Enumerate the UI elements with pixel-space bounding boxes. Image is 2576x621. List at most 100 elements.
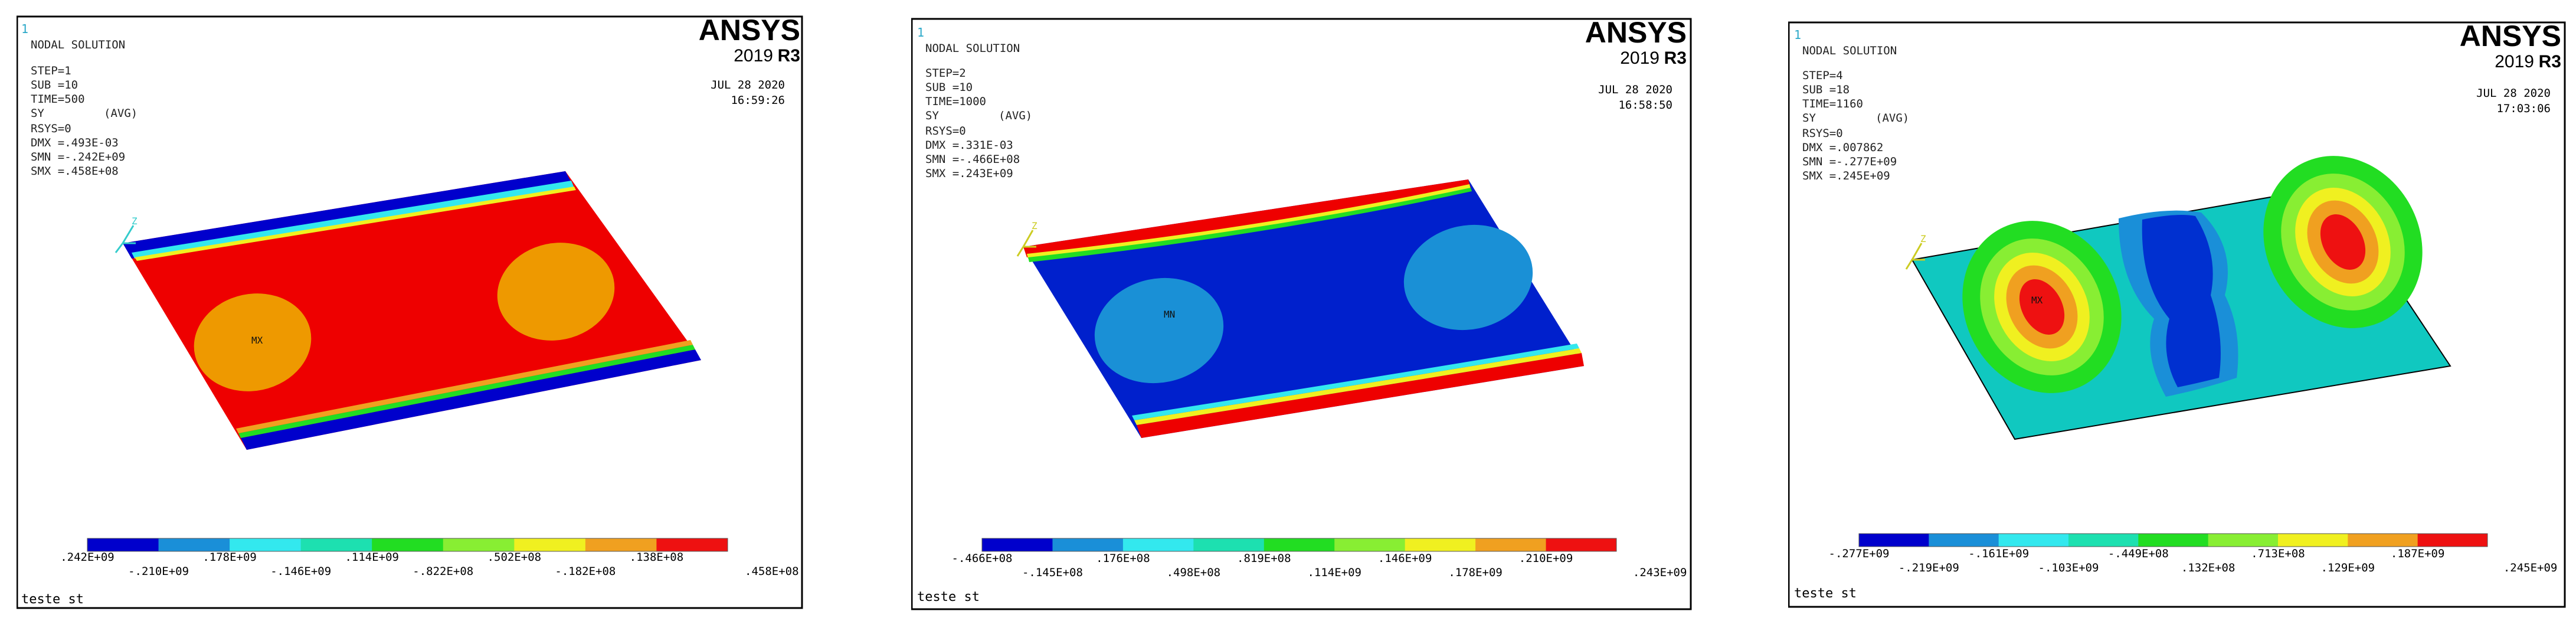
legend-band [1052, 538, 1124, 551]
legend-band [1405, 538, 1476, 551]
legend-tick-label: -.277E+09 [1829, 547, 1890, 560]
legend-band [87, 538, 159, 551]
legend-band [1334, 538, 1406, 551]
legend-tick-label: .242E+09 [60, 551, 114, 564]
time-label: TIME=500 [31, 93, 85, 106]
legend-band [656, 538, 728, 551]
min-marker: MN [1164, 309, 1175, 320]
legend-band [1475, 538, 1547, 551]
triad-z-label: Z [1920, 233, 1926, 244]
legend-band [158, 538, 230, 551]
max-marker: MX [251, 335, 263, 346]
legend-tick-label: .176E+08 [1096, 552, 1150, 565]
legend-tick-label: .819E+08 [1237, 552, 1291, 565]
time-label: TIME=1160 [1802, 97, 1863, 110]
step-label: STEP=1 [31, 64, 71, 77]
legend-tick-label: .129E+09 [2321, 561, 2375, 574]
result-label: SY [1802, 112, 1816, 125]
result-panel-1: 1 NODAL SOLUTION STEP=1 SUB =10 TIME=500… [17, 0, 804, 621]
triad-z-label: Z [132, 215, 138, 227]
dmx-label: DMX =.331E-03 [925, 139, 1013, 152]
time-of-day-label: 16:59:26 [731, 94, 785, 107]
legend-tick-label: .132E+08 [2181, 561, 2235, 574]
time-label: TIME=1000 [925, 95, 986, 108]
date-label: JUL 28 2020 [2476, 87, 2551, 100]
legend-tick-label: .713E+08 [2251, 547, 2305, 560]
legend-tick-label: .114E+09 [1307, 566, 1361, 579]
plot-caption: teste st [917, 590, 980, 604]
dmx-label: DMX =.007862 [1802, 141, 1883, 154]
legend-tick-label: -.146E+09 [270, 565, 331, 578]
legend-band [2068, 534, 2139, 547]
rsys-label: RSYS=0 [31, 122, 71, 135]
date-label: JUL 28 2020 [1598, 83, 1672, 96]
legend-tick-label: .243E+09 [1633, 566, 1687, 579]
legend-tick-label: -.145E+08 [1022, 566, 1083, 579]
time-of-day-label: 16:58:50 [1618, 99, 1672, 112]
legend-tick-label: .146E+09 [1378, 552, 1432, 565]
solution-title: NODAL SOLUTION [925, 42, 1020, 55]
smx-label: SMX =.458E+08 [31, 165, 119, 178]
version-year: 2019 [2495, 52, 2534, 71]
legend-band [2417, 534, 2488, 547]
avg-label: (AVG) [999, 109, 1032, 122]
version-year: 2019 [734, 46, 773, 66]
viewport-number: 1 [917, 25, 924, 40]
rsys-label: RSYS=0 [1802, 127, 1843, 140]
result-panel-2: 1 NODAL SOLUTION STEP=2 SUB =10 TIME=100… [911, 0, 1699, 621]
legend-band [2278, 534, 2348, 547]
date-label: JUL 28 2020 [711, 79, 785, 91]
smn-label: SMN =-.242E+09 [31, 151, 125, 164]
sub-label: SUB =10 [925, 81, 973, 94]
legend-band [1193, 538, 1265, 551]
legend-band [1859, 534, 1929, 547]
smn-label: SMN =-.466E+08 [925, 153, 1020, 166]
legend-band [372, 538, 444, 551]
result-label: SY [31, 107, 44, 120]
ansys-logo: ANSYS [1585, 16, 1687, 49]
avg-label: (AVG) [1875, 112, 1909, 125]
legend-band [1546, 538, 1617, 551]
avg-label: (AVG) [104, 107, 138, 120]
smx-label: SMX =.243E+09 [925, 167, 1013, 180]
legend-tick-label: .178E+09 [202, 551, 257, 564]
time-of-day-label: 17:03:06 [2496, 102, 2551, 115]
legend-band [1122, 538, 1194, 551]
solution-title: NODAL SOLUTION [1802, 44, 1897, 57]
step-label: STEP=2 [925, 67, 966, 80]
legend-tick-label: .178E+09 [1448, 566, 1503, 579]
step-label: STEP=4 [1802, 69, 1843, 82]
version-release: R3 [1664, 48, 1687, 68]
legend-band [300, 538, 372, 551]
smx-label: SMX =.245E+09 [1802, 169, 1890, 182]
legend-tick-label: .502E+08 [487, 551, 542, 564]
plot-caption: teste st [1794, 586, 1857, 601]
viewport-number: 1 [21, 22, 28, 36]
legend-tick-label: -.103E+09 [2038, 561, 2099, 574]
legend-band [1264, 538, 1335, 551]
sub-label: SUB =10 [31, 79, 78, 91]
version-year: 2019 [1620, 48, 1659, 68]
sub-label: SUB =18 [1802, 83, 1850, 96]
legend-band [443, 538, 515, 551]
result-panel-3: 1 NODAL SOLUTION STEP=4 SUB =18 TIME=116… [1788, 0, 2576, 621]
legend-band [514, 538, 586, 551]
legend-tick-label: -.210E+09 [128, 565, 189, 578]
legend-band [982, 538, 1053, 551]
legend-band [230, 538, 302, 551]
result-label: SY [925, 109, 939, 122]
max-marker: MX [2031, 295, 2043, 306]
triad-z-label: Z [1032, 220, 1037, 231]
legend-tick-label: .210E+09 [1519, 552, 1573, 565]
legend-tick-label: .245E+09 [2503, 561, 2558, 574]
legend-band [585, 538, 657, 551]
legend-tick-label: -.466E+08 [952, 552, 1013, 565]
legend-tick-label: .138E+08 [630, 551, 684, 564]
plot-caption: teste st [21, 592, 84, 607]
version-release: R3 [2539, 52, 2561, 71]
legend-tick-label: .498E+08 [1167, 566, 1221, 579]
legend-tick-label: -.182E+08 [555, 565, 616, 578]
version-release: R3 [778, 46, 800, 66]
legend-band [1998, 534, 2069, 547]
legend-band [2348, 534, 2418, 547]
